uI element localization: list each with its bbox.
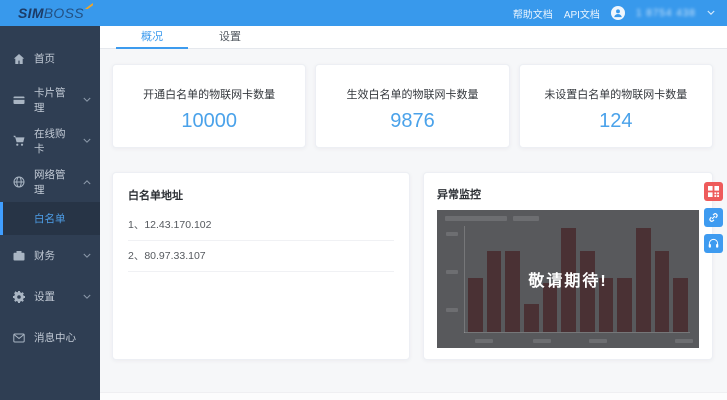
- support-button[interactable]: [704, 234, 723, 253]
- chevron-down-icon: [83, 294, 91, 300]
- footer-strip: [100, 392, 727, 400]
- sidebar-item-buy-cards[interactable]: 在线购卡: [0, 120, 100, 161]
- stat-value: 9876: [390, 110, 435, 132]
- help-docs-link[interactable]: 帮助文档: [513, 6, 553, 21]
- person-icon: [614, 9, 622, 18]
- whitelist-address-row: 1、12.43.170.102: [128, 210, 394, 241]
- whitelist-address-row: 2、80.97.33.107: [128, 241, 394, 272]
- sidebar-item-whitelist[interactable]: 白名单: [0, 202, 100, 235]
- tab-overview[interactable]: 概况: [113, 26, 191, 49]
- cart-icon: [13, 135, 25, 147]
- sidebar-item-label: 白名单: [34, 213, 66, 225]
- chevron-down-icon: [83, 97, 91, 103]
- x-tick-placeholder: [589, 339, 607, 343]
- link-icon: [709, 213, 718, 222]
- link-button[interactable]: [704, 208, 723, 227]
- header-actions: 帮助文档 API文档 1 8754 438: [513, 6, 715, 21]
- sidebar-item-label: 卡片管理: [34, 86, 66, 114]
- chevron-down-icon: [83, 253, 91, 259]
- tab-settings[interactable]: 设置: [191, 26, 269, 48]
- chevron-up-icon: [83, 179, 91, 185]
- qr-code-button[interactable]: [704, 182, 723, 201]
- sidebar-item-label: 网络管理: [34, 168, 66, 196]
- sidebar-item-label: 设置: [34, 291, 55, 303]
- x-tick-placeholder: [475, 339, 493, 343]
- avatar[interactable]: [610, 6, 625, 20]
- stat-label: 生效白名单的物联网卡数量: [346, 89, 479, 101]
- top-header: SIMBOSS 帮助文档 API文档 1 8754 438: [0, 0, 727, 26]
- stat-value: 124: [599, 110, 633, 132]
- main-area: 概况 设置 开通白名单的物联网卡数量 10000 生效白名单的物联网卡数量 98…: [100, 26, 727, 400]
- mail-icon: [13, 332, 25, 344]
- stat-card-opened: 开通白名单的物联网卡数量 10000: [112, 64, 307, 148]
- whitelist-panel: 白名单地址 1、12.43.170.102 2、80.97.33.107: [112, 172, 410, 360]
- sidebar-item-home[interactable]: 首页: [0, 38, 100, 79]
- sidebar-item-label: 消息中心: [34, 332, 76, 344]
- qr-code-icon: [708, 186, 719, 197]
- sidebar-nav: 首页 卡片管理 在线购卡 网络管理 白名单 财务 设置 消息中心: [0, 26, 100, 400]
- monitor-title: 异常监控: [437, 189, 481, 201]
- logo-text-boss: BOSS: [43, 5, 84, 21]
- coming-soon-overlay: 敬请期待!: [528, 273, 608, 290]
- gear-icon: [13, 290, 25, 303]
- sidebar-item-settings[interactable]: 设置: [0, 276, 100, 317]
- sidebar-item-message-center[interactable]: 消息中心: [0, 317, 100, 358]
- app-logo[interactable]: SIMBOSS: [18, 0, 93, 26]
- network-icon: [13, 176, 25, 188]
- chevron-down-icon[interactable]: [707, 10, 715, 16]
- stats-row: 开通白名单的物联网卡数量 10000 生效白名单的物联网卡数量 9876 未设置…: [112, 64, 713, 148]
- logo-accent-mark: [84, 3, 93, 9]
- headset-icon: [708, 238, 719, 248]
- sidebar-item-label: 在线购卡: [34, 127, 66, 155]
- panels-row: 白名单地址 1、12.43.170.102 2、80.97.33.107 异常监…: [112, 172, 713, 360]
- stat-card-effective: 生效白名单的物联网卡数量 9876: [315, 64, 510, 148]
- sidebar-item-label: 首页: [34, 53, 55, 65]
- chevron-down-icon: [83, 138, 91, 144]
- floating-action-buttons: [704, 182, 723, 253]
- home-icon: [13, 53, 25, 65]
- stat-card-not-set: 未设置白名单的物联网卡数量 124: [518, 64, 713, 148]
- monitor-panel: 异常监控 敬请期待!: [423, 172, 713, 360]
- card-icon: [13, 94, 25, 106]
- logo-text-sim: SIM: [18, 5, 44, 21]
- whitelist-title: 白名单地址: [128, 190, 183, 202]
- monitor-chart: 敬请期待!: [437, 210, 699, 348]
- user-phone[interactable]: 1 8754 438: [636, 8, 696, 19]
- stat-label: 开通白名单的物联网卡数量: [143, 89, 276, 101]
- wallet-icon: [13, 250, 25, 262]
- x-tick-placeholder: [675, 339, 693, 343]
- stat-value: 10000: [181, 110, 237, 132]
- sidebar-item-card-management[interactable]: 卡片管理: [0, 79, 100, 120]
- sidebar-item-finance[interactable]: 财务: [0, 235, 100, 276]
- content: 开通白名单的物联网卡数量 10000 生效白名单的物联网卡数量 9876 未设置…: [100, 49, 727, 360]
- sidebar-item-label: 财务: [34, 250, 55, 262]
- sidebar-item-network-management[interactable]: 网络管理: [0, 161, 100, 202]
- api-docs-link[interactable]: API文档: [564, 6, 600, 21]
- tab-bar: 概况 设置: [100, 26, 727, 49]
- stat-label: 未设置白名单的物联网卡数量: [544, 89, 688, 101]
- x-tick-placeholder: [533, 339, 551, 343]
- whitelist-list: 1、12.43.170.102 2、80.97.33.107: [128, 210, 394, 272]
